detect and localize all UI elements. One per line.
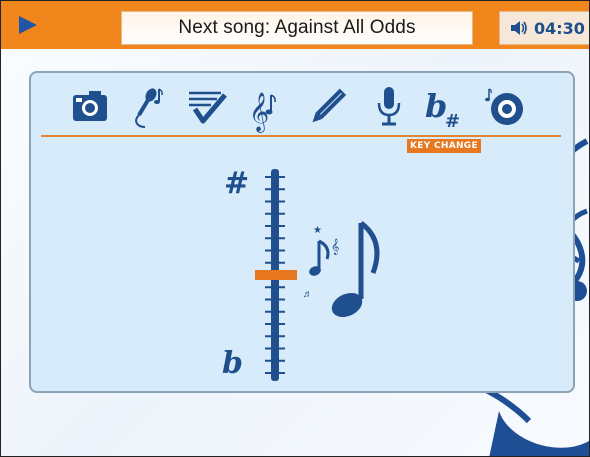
disc-button[interactable] <box>477 81 533 133</box>
time-remaining: 04:30 <box>534 18 585 38</box>
play-button[interactable] <box>17 14 39 36</box>
edit-button[interactable] <box>299 81 355 133</box>
svg-text:♬: ♬ <box>303 289 313 300</box>
microphone-button[interactable] <box>361 81 417 133</box>
key-slider-handle[interactable] <box>255 270 297 280</box>
next-song-display: Next song: Against All Odds <box>121 11 473 45</box>
music-notes-graphic: ★ 𝄞 ♬ <box>303 221 380 318</box>
svg-text:𝄞: 𝄞 <box>331 238 339 255</box>
key-change-label: KEY CHANGE <box>407 139 481 153</box>
top-bar: Next song: Against All Odds 04:30 <box>1 1 589 49</box>
screen: Next song: Against All Odds 04:30 𝄞 b # … <box>0 0 590 457</box>
svg-text:★: ★ <box>313 225 322 236</box>
microphone-notes-icon <box>135 88 163 128</box>
cd-disc-icon <box>485 88 523 125</box>
time-display: 04:30 <box>499 11 589 45</box>
treble-clef-notes-icon: 𝄞 <box>249 92 276 133</box>
flat-sharp-icon: b # <box>425 87 460 132</box>
key-slider[interactable] <box>253 165 303 385</box>
next-song-label: Next song: Against All Odds <box>178 17 416 38</box>
toolbar-divider <box>41 135 561 137</box>
camera-button[interactable] <box>65 81 121 133</box>
camera-icon <box>73 91 107 121</box>
key-change-button[interactable]: b # <box>419 81 475 133</box>
key-change-panel: 𝄞 b # KEY CHANGE # b ★ 𝄞 ♬ <box>29 71 575 393</box>
checklist-icon <box>189 91 227 124</box>
music-button[interactable]: 𝄞 <box>239 81 295 133</box>
sharp-label: # <box>224 166 250 201</box>
microphone-icon <box>377 87 401 126</box>
playlist-button[interactable] <box>181 81 237 133</box>
flat-label: b <box>222 346 243 381</box>
play-icon <box>19 16 37 34</box>
svg-text:#: # <box>445 111 460 132</box>
mode-toolbar: 𝄞 b # <box>31 73 573 137</box>
pencil-icon <box>312 88 347 123</box>
speaker-icon[interactable] <box>510 20 528 36</box>
sing-button[interactable] <box>125 81 181 133</box>
